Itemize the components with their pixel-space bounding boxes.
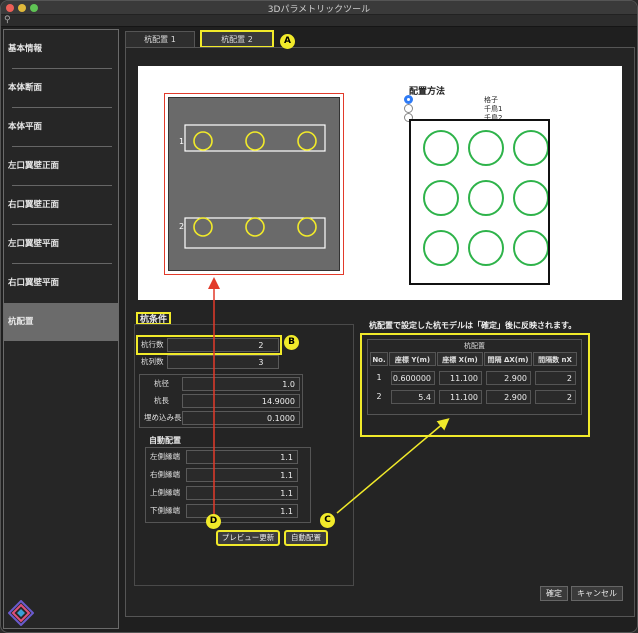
apply-note: 杭配置で設定した杭モデルは「確定」後に反映されます。 bbox=[369, 321, 577, 330]
marker-c: C bbox=[320, 513, 335, 528]
top-edge-input[interactable]: 1.1 bbox=[186, 486, 298, 500]
arrangement-diagram bbox=[409, 119, 550, 285]
grid-circle bbox=[468, 230, 504, 266]
column-header[interactable]: 座標 Y(m) bbox=[389, 352, 436, 366]
length-row: 杭長 14.9000 bbox=[142, 394, 302, 408]
tab-pile-layout-2[interactable]: 杭配置 2 bbox=[200, 30, 274, 48]
sidebar-item-left-wing-plan[interactable]: 左口翼壁平面 bbox=[4, 225, 118, 263]
table-cell[interactable]: 11.100 bbox=[439, 390, 482, 404]
pile-circle bbox=[193, 217, 213, 237]
app-window: 3Dパラメトリックツール ⚲ 基本情報 本体断面 本体平面 左口翼壁正面 右口翼… bbox=[0, 0, 638, 633]
grid-circle bbox=[468, 130, 504, 166]
sidebar-item-pile-layout[interactable]: 杭配置 bbox=[4, 303, 118, 341]
grid-pattern-drawing bbox=[423, 130, 549, 266]
diameter-row: 杭径 1.0 bbox=[142, 377, 302, 391]
pile-conditions-panel: 杭行数 2 杭列数 3 杭径 1.0 杭長 14.9000 埋め込み長 0.10… bbox=[134, 324, 354, 586]
grid-circle bbox=[423, 230, 459, 266]
cancel-button[interactable]: キャンセル bbox=[571, 586, 623, 601]
table-cell[interactable]: 2.900 bbox=[486, 371, 531, 385]
sidebar-item-left-wing-front[interactable]: 左口翼壁正面 bbox=[4, 147, 118, 185]
auto-layout-title: 自動配置 bbox=[149, 436, 181, 445]
table-cell: 1 bbox=[370, 371, 388, 385]
pile-circle bbox=[297, 217, 317, 237]
app-logo-icon bbox=[8, 600, 34, 626]
sidebar-item-right-wing-plan[interactable]: 右口翼壁平面 bbox=[4, 264, 118, 302]
footing-row-1 bbox=[184, 124, 326, 152]
pile-table-panel: 杭配置 No. 座標 Y(m) 座標 X(m) 間隔 ΔX(m) 間隔数 nX … bbox=[360, 333, 590, 437]
grid-circle bbox=[513, 130, 549, 166]
bottom-edge-input[interactable]: 1.1 bbox=[186, 504, 298, 518]
table-cell[interactable]: 5.4 bbox=[391, 390, 435, 404]
pile-plan-drawing bbox=[184, 124, 326, 249]
grid-circle bbox=[513, 230, 549, 266]
marker-a: A bbox=[280, 34, 295, 49]
table-cell[interactable]: 2.900 bbox=[486, 390, 531, 404]
pile-circle bbox=[193, 131, 213, 151]
arrangement-group: 配置方法 格子 千鳥1 千鳥2 bbox=[404, 84, 554, 287]
pile-cols-row: 杭列数 3 bbox=[139, 355, 279, 369]
footing-row-2 bbox=[184, 217, 326, 249]
sidebar-item-right-wing-front[interactable]: 右口翼壁正面 bbox=[4, 186, 118, 224]
window-title: 3Dパラメトリックツール bbox=[267, 5, 371, 15]
column-header[interactable]: 座標 X(m) bbox=[437, 352, 483, 366]
preview-update-button[interactable]: プレビュー更新 bbox=[216, 530, 280, 546]
embed-input[interactable]: 0.1000 bbox=[182, 411, 300, 425]
left-edge-row: 左側縁端 1.1 bbox=[148, 450, 308, 464]
marker-b: B bbox=[284, 335, 299, 350]
column-header[interactable]: 間隔 ΔX(m) bbox=[484, 352, 532, 366]
plan-preview-frame: 1 2 bbox=[164, 93, 344, 275]
grid-circle bbox=[468, 180, 504, 216]
pile-rows-spinbox[interactable]: 2 bbox=[167, 338, 279, 352]
pile-circle bbox=[297, 131, 317, 151]
sidebar-item-body-plan[interactable]: 本体平面 bbox=[4, 108, 118, 146]
auto-layout-button[interactable]: 自動配置 bbox=[284, 530, 328, 546]
top-edge-row: 上側縁端 1.1 bbox=[148, 486, 308, 500]
right-edge-input[interactable]: 1.1 bbox=[186, 468, 298, 482]
pile-cols-spinbox[interactable]: 3 bbox=[167, 355, 279, 369]
column-header[interactable]: No. bbox=[370, 352, 388, 366]
pile-size-group: 杭径 1.0 杭長 14.9000 埋め込み長 0.1000 bbox=[139, 374, 303, 428]
pin-icon[interactable]: ⚲ bbox=[4, 15, 11, 25]
ok-button[interactable]: 確定 bbox=[540, 586, 568, 601]
bottom-edge-row: 下側縁端 1.1 bbox=[148, 504, 308, 518]
table-cell: 2 bbox=[370, 390, 388, 404]
tab-content: 1 2 配置方法 格子 千鳥1 千鳥2 杭条件 杭行数 2 杭列数 3 杭径 1… bbox=[125, 47, 635, 617]
main-panel: 杭配置 1 杭配置 2 1 2 配置方法 格子 千鳥1 千鳥2 杭条件 杭行数 … bbox=[121, 29, 637, 629]
title-bar: 3Dパラメトリックツール bbox=[1, 1, 637, 15]
pile-circle bbox=[245, 217, 265, 237]
marker-d: D bbox=[206, 514, 221, 529]
column-header[interactable]: 間隔数 nX bbox=[533, 352, 577, 366]
grid-circle bbox=[423, 130, 459, 166]
right-edge-row: 右側縁端 1.1 bbox=[148, 468, 308, 482]
diameter-input[interactable]: 1.0 bbox=[182, 377, 300, 391]
sidebar-item-body-section[interactable]: 本体断面 bbox=[4, 69, 118, 107]
toolstrip: ⚲ bbox=[1, 15, 637, 27]
pile-rows-row: 杭行数 2 bbox=[136, 335, 282, 355]
sidebar-item-basic-info[interactable]: 基本情報 bbox=[4, 30, 118, 68]
radio-button[interactable] bbox=[404, 104, 413, 113]
plan-preview: 1 2 bbox=[168, 97, 340, 271]
pile-table-title: 杭配置 bbox=[464, 342, 485, 350]
table-cell[interactable]: 2 bbox=[535, 371, 576, 385]
length-input[interactable]: 14.9000 bbox=[182, 394, 300, 408]
table-cell[interactable]: 0.600000 bbox=[391, 371, 435, 385]
radio-button[interactable] bbox=[404, 95, 413, 104]
table-cell[interactable]: 2 bbox=[535, 390, 576, 404]
pile-table: 杭配置 No. 座標 Y(m) 座標 X(m) 間隔 ΔX(m) 間隔数 nX … bbox=[367, 339, 582, 415]
tab-pile-layout-1[interactable]: 杭配置 1 bbox=[125, 31, 195, 47]
grid-circle bbox=[513, 180, 549, 216]
pile-circle bbox=[245, 131, 265, 151]
table-cell[interactable]: 11.100 bbox=[439, 371, 482, 385]
left-edge-input[interactable]: 1.1 bbox=[186, 450, 298, 464]
edge-distance-group: 左側縁端 1.1 右側縁端 1.1 上側縁端 1.1 下側縁端 1.1 bbox=[145, 447, 311, 523]
grid-circle bbox=[423, 180, 459, 216]
sidebar: 基本情報 本体断面 本体平面 左口翼壁正面 右口翼壁正面 左口翼壁平面 右口翼壁… bbox=[3, 29, 119, 629]
preview-canvas: 1 2 配置方法 格子 千鳥1 千鳥2 bbox=[138, 66, 622, 300]
embed-row: 埋め込み長 0.1000 bbox=[142, 411, 302, 425]
